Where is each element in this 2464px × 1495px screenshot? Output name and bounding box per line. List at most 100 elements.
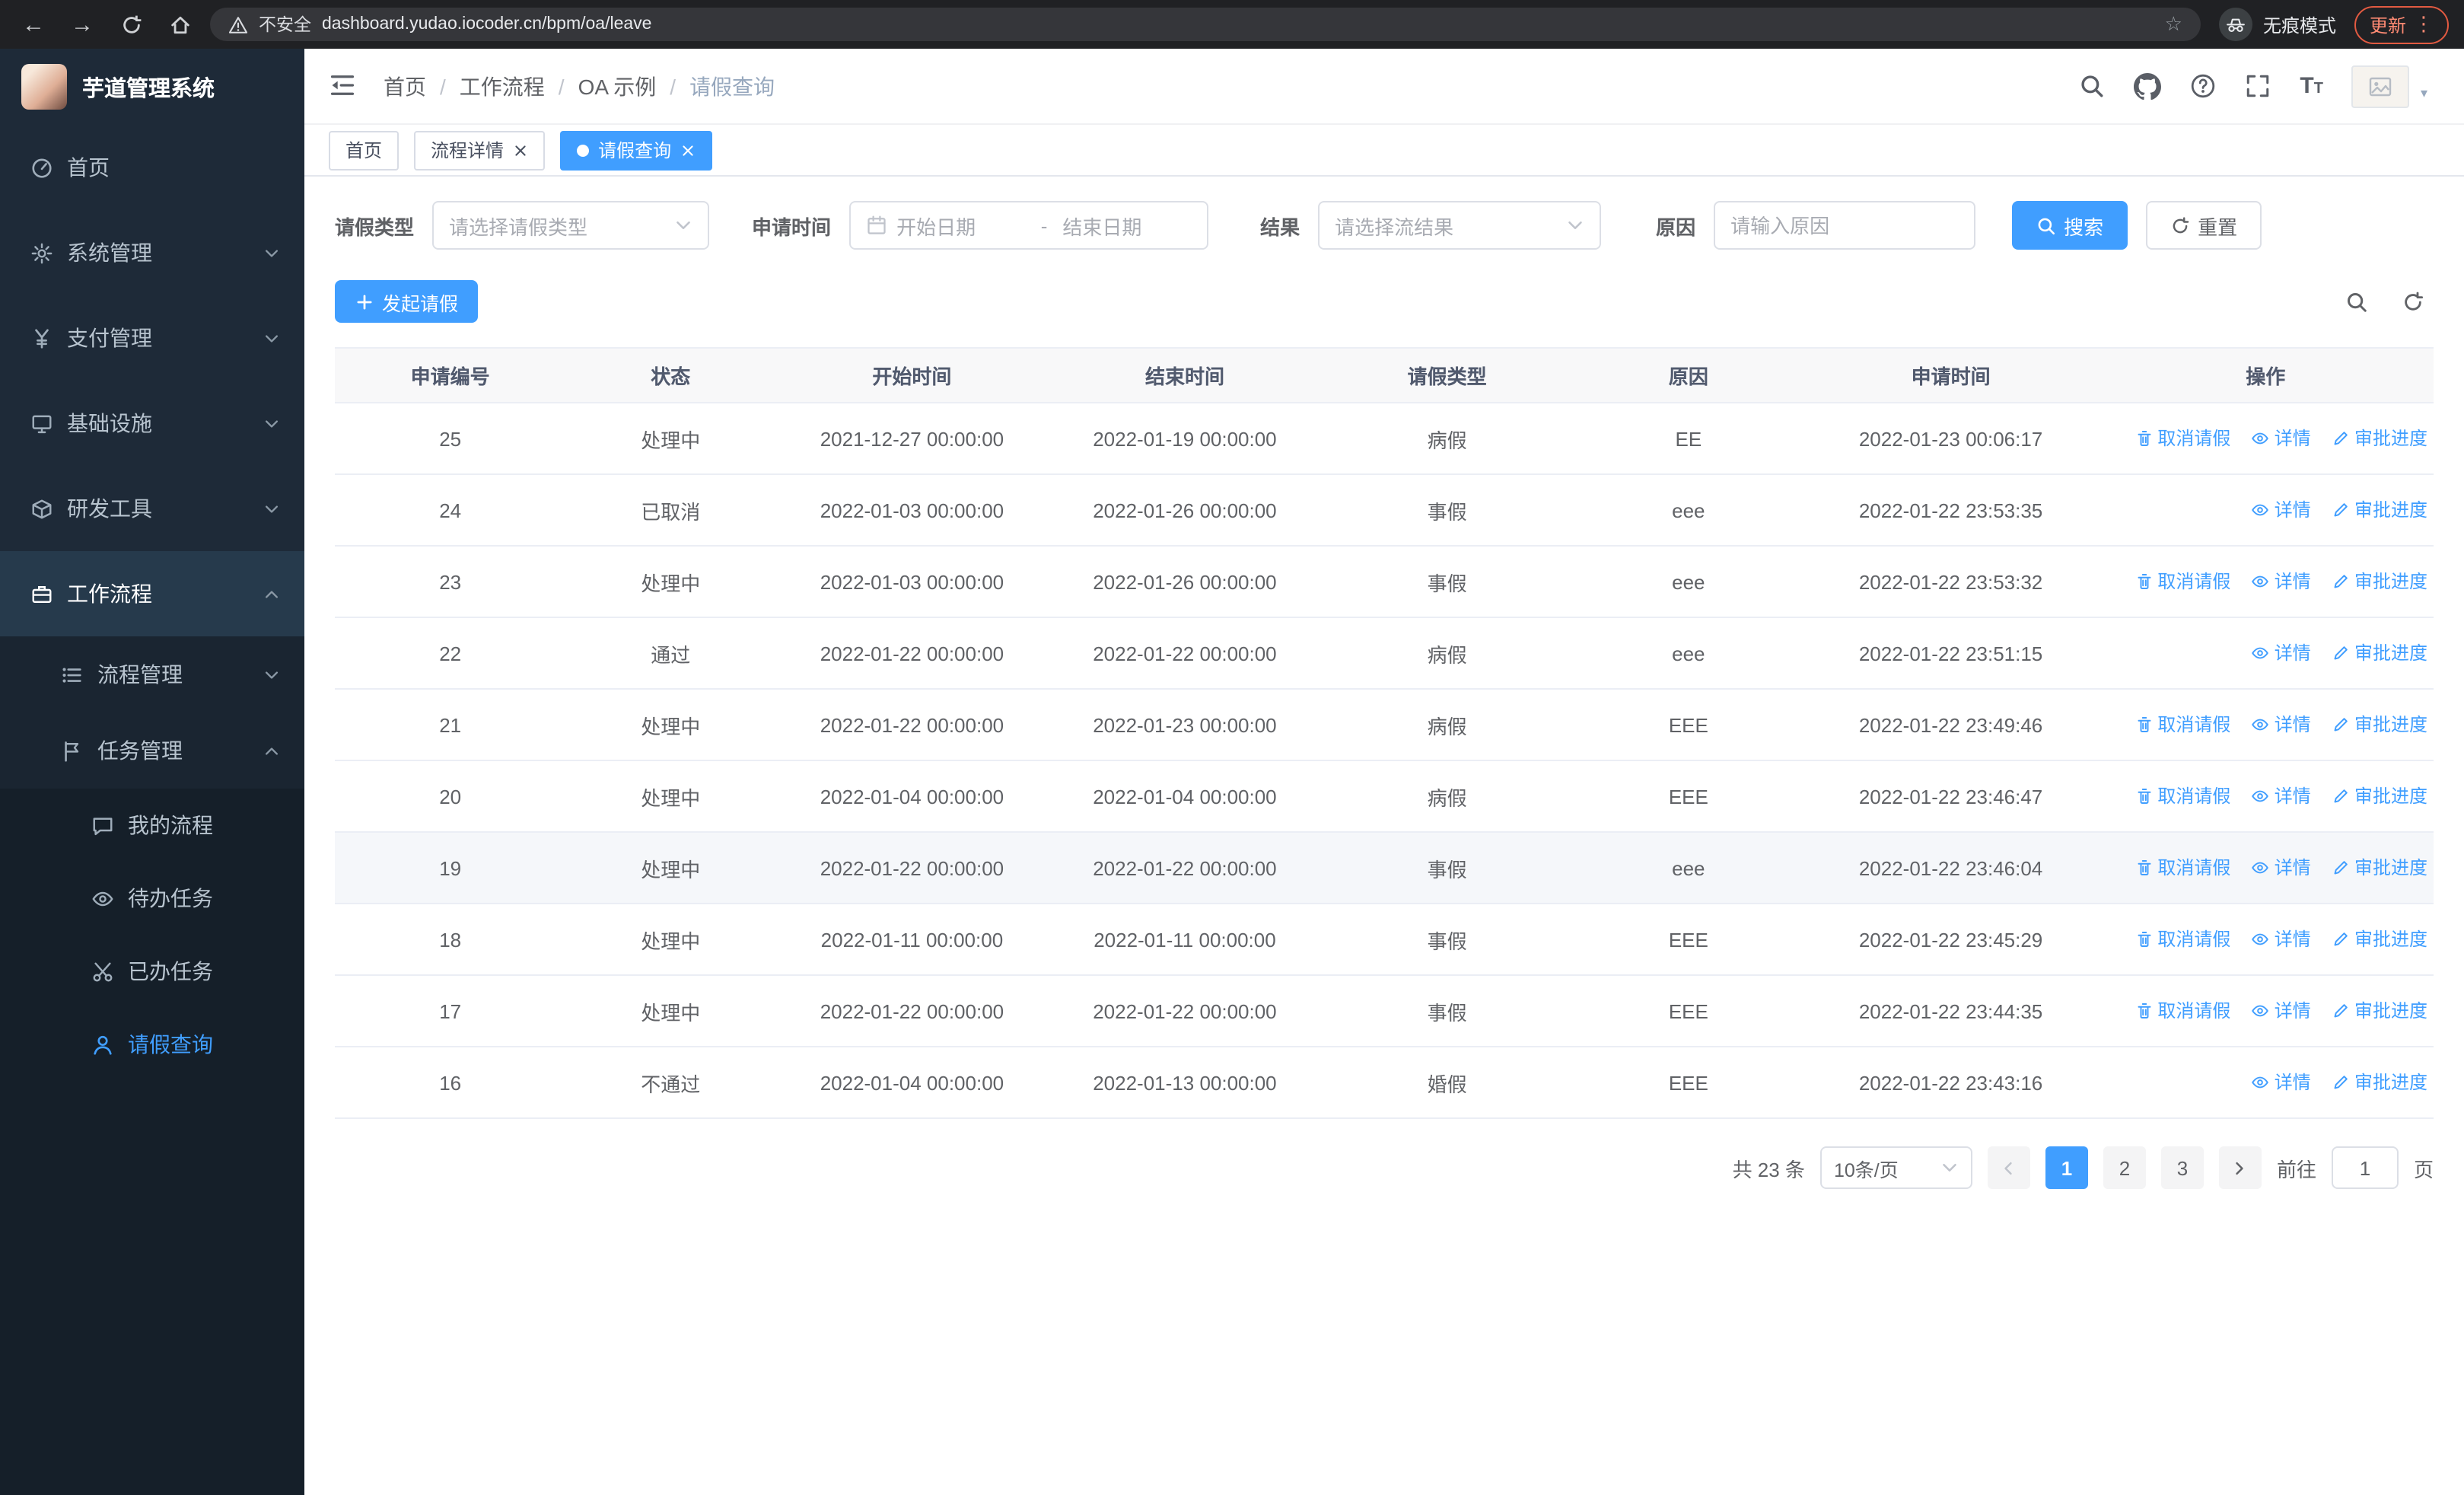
table-row[interactable]: 19 处理中 2022-01-22 00:00:00 2022-01-22 00… bbox=[335, 832, 2434, 904]
table-row[interactable]: 24 已取消 2022-01-03 00:00:00 2022-01-26 00… bbox=[335, 474, 2434, 547]
detail-link[interactable]: 详情 bbox=[2252, 926, 2311, 952]
help-icon[interactable] bbox=[2190, 73, 2216, 99]
browser-menu-icon[interactable]: ⋮ bbox=[2414, 12, 2434, 37]
app-logo[interactable]: 芋道管理系统 bbox=[0, 49, 304, 125]
reason-input[interactable] bbox=[1730, 201, 1959, 250]
cancel-leave-link[interactable]: 取消请假 bbox=[2135, 998, 2230, 1024]
browser-forward-button[interactable]: → bbox=[64, 6, 100, 43]
avatar-dropdown-caret[interactable]: ▾ bbox=[2421, 84, 2427, 107]
table-row[interactable]: 20 处理中 2022-01-04 00:00:00 2022-01-04 00… bbox=[335, 760, 2434, 833]
page-size-select[interactable]: 10条/页 bbox=[1819, 1146, 1972, 1189]
menu-fold-button[interactable] bbox=[329, 71, 359, 101]
page-button-2[interactable]: 2 bbox=[2103, 1146, 2146, 1189]
approval-progress-link[interactable]: 审批进度 bbox=[2332, 1069, 2427, 1095]
approval-progress-link[interactable]: 审批进度 bbox=[2332, 640, 2427, 666]
sidebar-item-infrastructure[interactable]: 基础设施 bbox=[0, 381, 304, 466]
approval-progress-link[interactable]: 审批进度 bbox=[2332, 926, 2427, 952]
approval-progress-link[interactable]: 审批进度 bbox=[2332, 783, 2427, 809]
approval-progress-label: 审批进度 bbox=[2354, 714, 2427, 736]
date-range-picker[interactable]: 开始日期 - 结束日期 bbox=[849, 201, 1209, 250]
close-icon[interactable] bbox=[513, 142, 528, 158]
breadcrumb-item[interactable]: 工作流程 bbox=[460, 71, 545, 101]
detail-link[interactable]: 详情 bbox=[2252, 640, 2311, 666]
table-row[interactable]: 22 通过 2022-01-22 00:00:00 2022-01-22 00:… bbox=[335, 617, 2434, 690]
browser-update-button[interactable]: 更新 ⋮ bbox=[2354, 5, 2449, 43]
bookmark-star-icon[interactable]: ☆ bbox=[2165, 12, 2182, 37]
leave-type-select[interactable]: 请选择请假类型 bbox=[432, 201, 710, 250]
page-button-3[interactable]: 3 bbox=[2160, 1146, 2204, 1189]
search-button[interactable]: 搜索 bbox=[2012, 201, 2128, 250]
browser-back-button[interactable]: ← bbox=[15, 6, 52, 43]
breadcrumb-item[interactable]: OA 示例 bbox=[578, 71, 657, 101]
detail-link[interactable]: 详情 bbox=[2252, 783, 2311, 809]
sidebar-item-todo-tasks[interactable]: 待办任务 bbox=[0, 862, 304, 935]
tab-leave-query[interactable]: 请假查询 bbox=[560, 130, 713, 170]
sidebar-item-done-tasks[interactable]: 已办任务 bbox=[0, 935, 304, 1008]
next-page-button[interactable] bbox=[2218, 1146, 2262, 1189]
goto-page-input[interactable] bbox=[2331, 1146, 2399, 1189]
sidebar-item-workflow[interactable]: 工作流程 bbox=[0, 551, 304, 636]
approval-progress-link[interactable]: 审批进度 bbox=[2332, 998, 2427, 1024]
detail-link[interactable]: 详情 bbox=[2252, 426, 2311, 451]
sidebar-item-my-process[interactable]: 我的流程 bbox=[0, 789, 304, 862]
detail-link[interactable]: 详情 bbox=[2252, 712, 2311, 738]
cancel-leave-link[interactable]: 取消请假 bbox=[2135, 783, 2230, 809]
result-select[interactable]: 请选择流结果 bbox=[1318, 201, 1602, 250]
close-icon[interactable] bbox=[680, 142, 696, 158]
detail-link[interactable]: 详情 bbox=[2252, 998, 2311, 1024]
approval-progress-link[interactable]: 审批进度 bbox=[2332, 569, 2427, 594]
flag-icon bbox=[61, 739, 84, 762]
github-icon[interactable] bbox=[2134, 72, 2161, 100]
refresh-table-icon[interactable] bbox=[2402, 290, 2424, 313]
image-icon bbox=[2369, 74, 2393, 98]
prev-page-button[interactable] bbox=[1987, 1146, 2030, 1189]
tab-process-detail[interactable]: 流程详情 bbox=[414, 130, 546, 170]
approval-progress-link[interactable]: 审批进度 bbox=[2332, 426, 2427, 451]
approval-progress-link[interactable]: 审批进度 bbox=[2332, 855, 2427, 881]
fullscreen-icon[interactable] bbox=[2245, 73, 2271, 99]
approval-progress-link[interactable]: 审批进度 bbox=[2332, 712, 2427, 738]
breadcrumb-item[interactable]: 首页 bbox=[384, 71, 426, 101]
cancel-leave-link[interactable]: 取消请假 bbox=[2135, 712, 2230, 738]
table-row[interactable]: 23 处理中 2022-01-03 00:00:00 2022-01-26 00… bbox=[335, 546, 2434, 618]
sidebar-item-payment-management[interactable]: 支付管理 bbox=[0, 295, 304, 381]
trash-icon bbox=[2135, 787, 2153, 805]
cancel-leave-link[interactable]: 取消请假 bbox=[2135, 926, 2230, 952]
table-row[interactable]: 17 处理中 2022-01-22 00:00:00 2022-01-22 00… bbox=[335, 975, 2434, 1047]
reset-button[interactable]: 重置 bbox=[2146, 201, 2262, 250]
url-text[interactable]: dashboard.yudao.iocoder.cn/bpm/oa/leave bbox=[322, 15, 652, 33]
page-button-1[interactable]: 1 bbox=[2045, 1146, 2088, 1189]
filter-form: 请假类型 请选择请假类型 申请时间 开始日期 - 结束日期 结果 请选择流结果 … bbox=[335, 201, 2434, 250]
user-avatar[interactable] bbox=[2351, 65, 2410, 107]
sidebar-item-task-management[interactable]: 任务管理 bbox=[0, 712, 304, 789]
tab-home[interactable]: 首页 bbox=[329, 130, 400, 170]
sidebar-item-dev-tools[interactable]: 研发工具 bbox=[0, 466, 304, 551]
approval-progress-link[interactable]: 审批进度 bbox=[2332, 497, 2427, 523]
table-row[interactable]: 25 处理中 2021-12-27 00:00:00 2022-01-19 00… bbox=[335, 403, 2434, 475]
sidebar-item-label: 已办任务 bbox=[128, 959, 213, 983]
table-row[interactable]: 16 不通过 2022-01-04 00:00:00 2022-01-13 00… bbox=[335, 1047, 2434, 1119]
table-row[interactable]: 21 处理中 2022-01-22 00:00:00 2022-01-23 00… bbox=[335, 689, 2434, 761]
browser-reload-button[interactable] bbox=[113, 6, 149, 43]
search-icon[interactable] bbox=[2079, 73, 2105, 99]
detail-link[interactable]: 详情 bbox=[2252, 1069, 2311, 1095]
create-leave-button[interactable]: 发起请假 bbox=[335, 280, 479, 323]
cancel-leave-link[interactable]: 取消请假 bbox=[2135, 426, 2230, 451]
security-warning-label[interactable]: 不安全 bbox=[259, 12, 311, 37]
font-size-icon[interactable]: TT bbox=[2300, 75, 2323, 97]
search-toggle-icon[interactable] bbox=[2345, 290, 2368, 313]
table-row[interactable]: 18 处理中 2022-01-11 00:00:00 2022-01-11 00… bbox=[335, 904, 2434, 976]
cell-apply-id: 21 bbox=[335, 689, 566, 761]
cancel-leave-link[interactable]: 取消请假 bbox=[2135, 855, 2230, 881]
detail-link[interactable]: 详情 bbox=[2252, 569, 2311, 594]
sidebar-item-leave-query[interactable]: 请假查询 bbox=[0, 1008, 304, 1081]
security-warning-icon[interactable] bbox=[228, 14, 248, 34]
browser-home-button[interactable] bbox=[161, 6, 198, 43]
cancel-leave-link[interactable]: 取消请假 bbox=[2135, 569, 2230, 594]
sidebar-item-system-management[interactable]: 系统管理 bbox=[0, 210, 304, 295]
detail-link[interactable]: 详情 bbox=[2252, 497, 2311, 523]
sidebar-item-home[interactable]: 首页 bbox=[0, 125, 304, 210]
detail-link[interactable]: 详情 bbox=[2252, 855, 2311, 881]
address-bar[interactable]: 不安全 dashboard.yudao.iocoder.cn/bpm/oa/le… bbox=[210, 8, 2201, 41]
sidebar-item-process-management[interactable]: 流程管理 bbox=[0, 636, 304, 712]
